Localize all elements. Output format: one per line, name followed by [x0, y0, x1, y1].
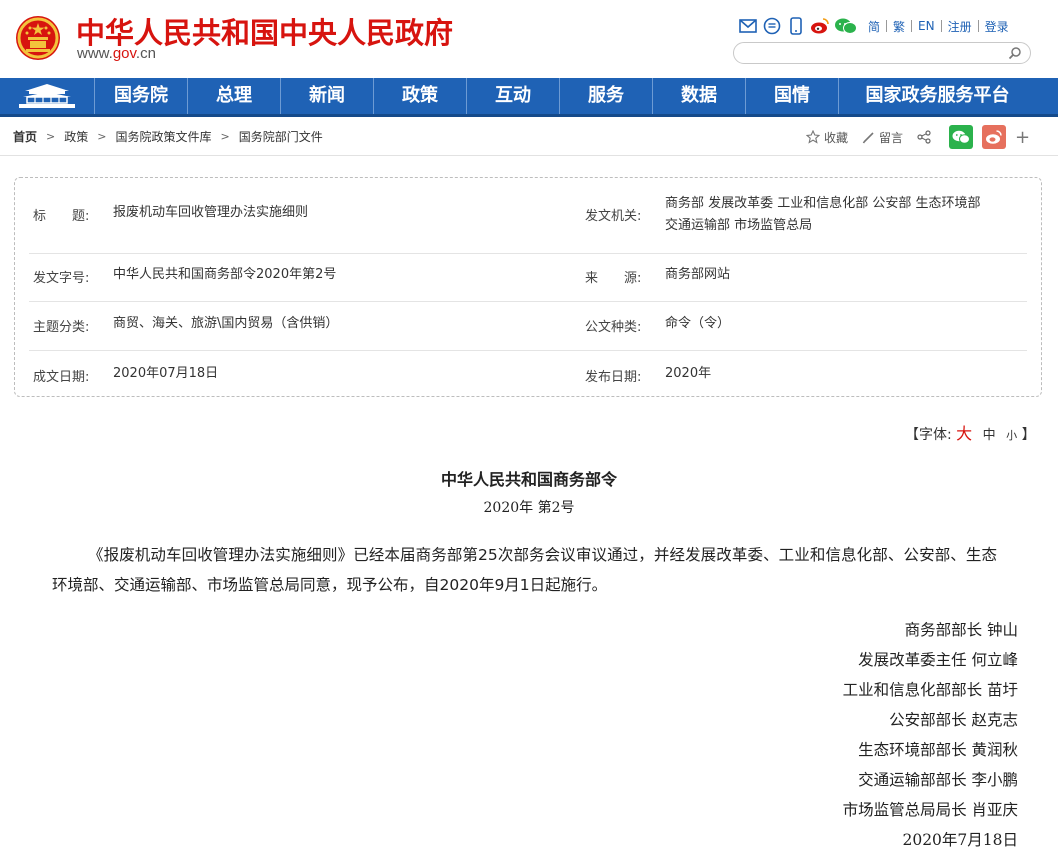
nav-interaction[interactable]: 互动: [467, 78, 560, 114]
more-share-button[interactable]: +: [1015, 127, 1030, 148]
nav-services[interactable]: 服务: [560, 78, 653, 114]
search-icon[interactable]: [1008, 46, 1022, 60]
signature-line: 市场监管总局局长 肖亚庆: [842, 801, 1018, 819]
top-links: 简 繁 EN 注册 登录: [738, 14, 1015, 38]
link-login[interactable]: 登录: [979, 18, 1015, 35]
info-value: 商务部 发展改革委 工业和信息化部 公安部 生态环境部 交通运输部 市场监管总局: [665, 193, 981, 237]
font-size-switcher: 【字体: 大 中 小 】: [905, 420, 1036, 444]
info-value: 2020年07月18日: [113, 366, 219, 381]
info-value: 报废机动车回收管理办法实施细则: [113, 205, 309, 220]
breadcrumb: 首页 > 政策 > 国务院政策文件库 > 国务院部门文件: [13, 128, 323, 145]
font-size-small[interactable]: 小: [1006, 429, 1017, 442]
tiananmen-icon: [19, 84, 75, 108]
page-tools: 收藏 留言 +: [806, 125, 1030, 149]
info-label: 标 题:: [33, 209, 90, 224]
info-row-3: 主题分类: 商贸、海关、旅游\国内贸易（含供销） 公文种类: 命令（令）: [29, 301, 1027, 351]
mail-icon[interactable]: [738, 16, 758, 36]
signature-line: 生态环境部部长 黄润秋: [858, 741, 1018, 759]
document-info-box: 标 题: 报废机动车回收管理办法实施细则 发文机关: 商务部 发展改革委 工业和…: [14, 177, 1042, 397]
nav-gov-service-platform[interactable]: 国家政务服务平台: [839, 78, 1036, 114]
breadcrumb-policy[interactable]: 政策: [64, 128, 88, 145]
info-value: 2020年: [665, 366, 712, 381]
signature-date: 2020年7月18日: [902, 831, 1018, 849]
nav-premier[interactable]: 总理: [188, 78, 281, 114]
national-emblem-icon[interactable]: [14, 14, 62, 62]
main-nav: 国务院 总理 新闻 政策 互动 服务 数据 国情 国家政务服务平台: [0, 78, 1058, 117]
mobile-icon[interactable]: [786, 16, 806, 36]
message-icon[interactable]: [762, 16, 782, 36]
font-size-prefix: 【字体:: [905, 427, 952, 443]
info-label: 成文日期:: [33, 370, 90, 385]
signature-line: 工业和信息化部部长 苗圩: [842, 681, 1018, 699]
pencil-icon: [862, 131, 874, 143]
nav-state-council[interactable]: 国务院: [95, 78, 188, 114]
star-icon: [806, 130, 820, 144]
font-size-medium[interactable]: 中: [983, 428, 996, 443]
info-row-1: 标 题: 报废机动车回收管理办法实施细则 发文机关: 商务部 发展改革委 工业和…: [29, 188, 1027, 254]
info-row-2: 发文字号: 中华人民共和国商务部令2020年第2号 来 源: 商务部网站: [29, 253, 1027, 302]
nav-news[interactable]: 新闻: [281, 78, 374, 114]
wechat-icon: [952, 130, 971, 144]
nav-policy[interactable]: 政策: [374, 78, 467, 114]
favorite-label: 收藏: [824, 130, 849, 145]
search-input[interactable]: [744, 44, 1008, 64]
issuer-line: 交通运输部 市场监管总局: [665, 218, 813, 233]
breadcrumb-bar: 首页 > 政策 > 国务院政策文件库 > 国务院部门文件 收藏 留言 +: [0, 117, 1058, 156]
link-simplified[interactable]: 简: [862, 18, 886, 35]
site-header: 中华人民共和国中央人民政府 www.gov.cn 简 繁 EN 注册 登录: [0, 0, 1058, 78]
domain-suffix: .cn: [135, 45, 156, 62]
weibo-icon[interactable]: [810, 16, 830, 36]
weibo-share-button[interactable]: [982, 125, 1007, 149]
search-box: [733, 42, 1031, 64]
comment-label: 留言: [879, 130, 904, 145]
info-value: 中华人民共和国商务部令2020年第2号: [113, 267, 337, 282]
nav-data[interactable]: 数据: [653, 78, 746, 114]
info-label: 来 源:: [585, 271, 642, 286]
info-label: 发布日期:: [585, 370, 642, 385]
chevron-right-icon: >: [220, 130, 230, 143]
breadcrumb-department-docs[interactable]: 国务院部门文件: [239, 128, 323, 145]
wechat-share-button[interactable]: [949, 125, 974, 149]
info-label: 公文种类:: [585, 320, 642, 335]
comment-button[interactable]: 留言: [862, 129, 903, 146]
info-row-4: 成文日期: 2020年07月18日 发布日期: 2020年: [29, 350, 1027, 392]
article-title: 中华人民共和国商务部令: [440, 470, 617, 489]
link-traditional[interactable]: 繁: [887, 18, 911, 35]
font-size-suffix: 】: [1021, 427, 1036, 443]
breadcrumb-home[interactable]: 首页: [13, 128, 37, 145]
share-button[interactable]: [917, 130, 935, 144]
signature-line: 发展改革委主任 何立峰: [858, 651, 1018, 669]
breadcrumb-policy-library[interactable]: 国务院政策文件库: [115, 128, 211, 145]
info-value: 商务部网站: [665, 267, 731, 282]
info-label: 主题分类:: [33, 320, 90, 335]
article-paragraph: 《报废机动车回收管理办法实施细则》已经本届商务部第25次部务会议审议通过，并经发…: [52, 546, 997, 594]
nav-home[interactable]: [0, 78, 95, 114]
domain-accent: gov: [112, 45, 136, 62]
chevron-right-icon: >: [97, 130, 107, 143]
info-value: 命令（令）: [665, 316, 731, 331]
article-subtitle: 2020年 第2号: [483, 500, 575, 516]
chevron-right-icon: >: [46, 130, 56, 143]
info-label: 发文机关:: [585, 209, 642, 224]
domain-prefix: www.: [77, 45, 113, 62]
info-value: 商贸、海关、旅游\国内贸易（含供销）: [113, 316, 339, 331]
signature-line: 公安部部长 赵克志: [889, 711, 1018, 729]
signature-line: 商务部部长 钟山: [904, 621, 1018, 639]
favorite-button[interactable]: 收藏: [806, 129, 848, 146]
signature-line: 交通运输部部长 李小鹏: [858, 771, 1018, 789]
link-english[interactable]: EN: [912, 19, 941, 33]
info-label: 发文字号:: [33, 271, 90, 286]
link-register[interactable]: 注册: [942, 18, 978, 35]
nav-national-info[interactable]: 国情: [746, 78, 839, 114]
site-domain[interactable]: www.gov.cn: [77, 45, 156, 62]
weibo-icon: [986, 130, 1002, 144]
wechat-icon[interactable]: [834, 16, 858, 36]
font-size-large[interactable]: 大: [956, 424, 972, 443]
share-icon: [917, 130, 931, 144]
issuer-line: 商务部 发展改革委 工业和信息化部 公安部 生态环境部: [665, 196, 981, 211]
